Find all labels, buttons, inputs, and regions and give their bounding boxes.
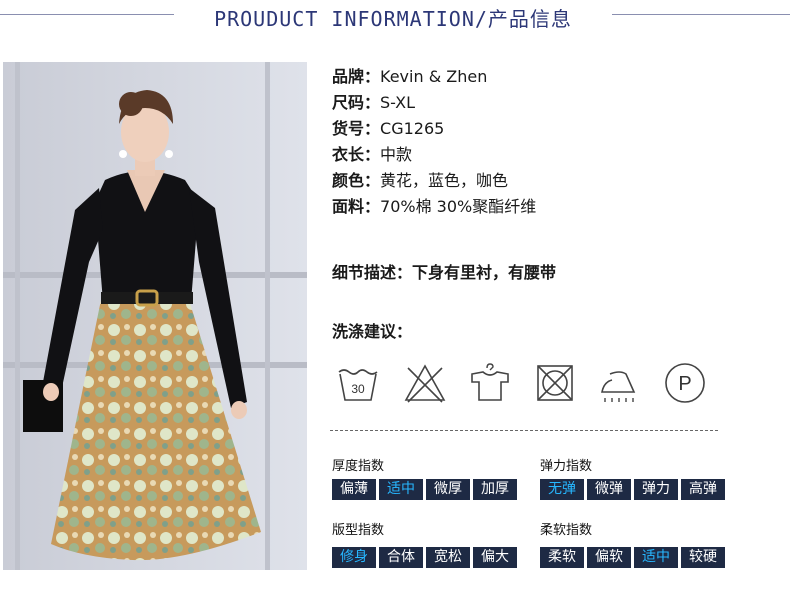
spec-value: 黄花，蓝色，咖色	[380, 171, 509, 190]
softness-option: 较硬	[681, 547, 725, 568]
no-bleach-icon	[402, 360, 448, 406]
dry-clean-label: P	[678, 373, 691, 395]
thickness-option: 微厚	[426, 479, 470, 500]
fit-option: 宽松	[426, 547, 470, 568]
fit-option: 修身	[332, 547, 376, 568]
elasticity-index-title: 弹力指数	[540, 459, 593, 474]
thickness-option: 偏薄	[332, 479, 376, 500]
spec-label: 衣长：	[332, 145, 381, 164]
elasticity-option: 弹力	[634, 479, 678, 500]
thickness-index: 偏薄 适中 微厚 加厚	[332, 479, 517, 500]
elasticity-option: 高弹	[681, 479, 725, 500]
wash-30-icon: 30	[335, 360, 381, 406]
spec-brand: 品牌：Kevin & Zhen	[332, 64, 772, 90]
product-photo	[3, 62, 307, 570]
softness-option: 柔软	[540, 547, 584, 568]
spec-value: CG1265	[380, 119, 445, 138]
spec-length: 衣长：中款	[332, 142, 772, 168]
thickness-index-title: 厚度指数	[332, 459, 385, 474]
thickness-option: 加厚	[473, 479, 517, 500]
spec-label: 面料：	[332, 197, 381, 216]
detail-description: 细节描述：下身有里衬，有腰带	[332, 263, 557, 282]
softness-option: 偏软	[587, 547, 631, 568]
spec-size: 尺码：S-XL	[332, 90, 772, 116]
wash-temp-label: 30	[351, 382, 365, 396]
spec-value: 70%棉 30%聚酯纤维	[380, 197, 537, 216]
dry-clean-p-icon: P	[662, 360, 708, 406]
header-rule-left	[0, 14, 174, 15]
section-title: PROUDUCT INFORMATION/产品信息	[214, 7, 572, 31]
header-rule-right	[612, 14, 790, 15]
spec-color: 颜色：黄花，蓝色，咖色	[332, 168, 772, 194]
spec-value: Kevin & Zhen	[380, 67, 488, 86]
wash-title: 洗涤建议：	[332, 322, 413, 341]
elasticity-option: 无弹	[540, 479, 584, 500]
spec-value: 中款	[380, 145, 413, 164]
softness-index: 柔软 偏软 适中 较硬	[540, 547, 725, 568]
spec-list: 品牌：Kevin & Zhen 尺码：S-XL 货号：CG1265 衣长：中款 …	[332, 64, 772, 220]
spec-value: S-XL	[380, 93, 416, 112]
iron-icon	[596, 360, 642, 406]
thickness-option: 适中	[379, 479, 423, 500]
softness-option: 适中	[634, 547, 678, 568]
elasticity-index: 无弹 微弹 弹力 高弹	[540, 479, 725, 500]
no-tumble-dry-icon	[532, 360, 578, 406]
fit-option: 偏大	[473, 547, 517, 568]
divider	[330, 430, 718, 431]
spec-label: 尺码：	[332, 93, 381, 112]
spec-fabric: 面料：70%棉 30%聚酯纤维	[332, 194, 772, 220]
fit-index: 修身 合体 宽松 偏大	[332, 547, 517, 568]
spec-label: 颜色：	[332, 171, 381, 190]
fit-option: 合体	[379, 547, 423, 568]
fit-index-title: 版型指数	[332, 523, 385, 538]
spec-sku: 货号：CG1265	[332, 116, 772, 142]
section-header: PROUDUCT INFORMATION/产品信息	[0, 0, 790, 34]
spec-label: 货号：	[332, 119, 381, 138]
softness-index-title: 柔软指数	[540, 523, 593, 538]
spec-label: 品牌：	[332, 67, 381, 86]
elasticity-option: 微弹	[587, 479, 631, 500]
hang-dry-icon	[467, 360, 513, 406]
